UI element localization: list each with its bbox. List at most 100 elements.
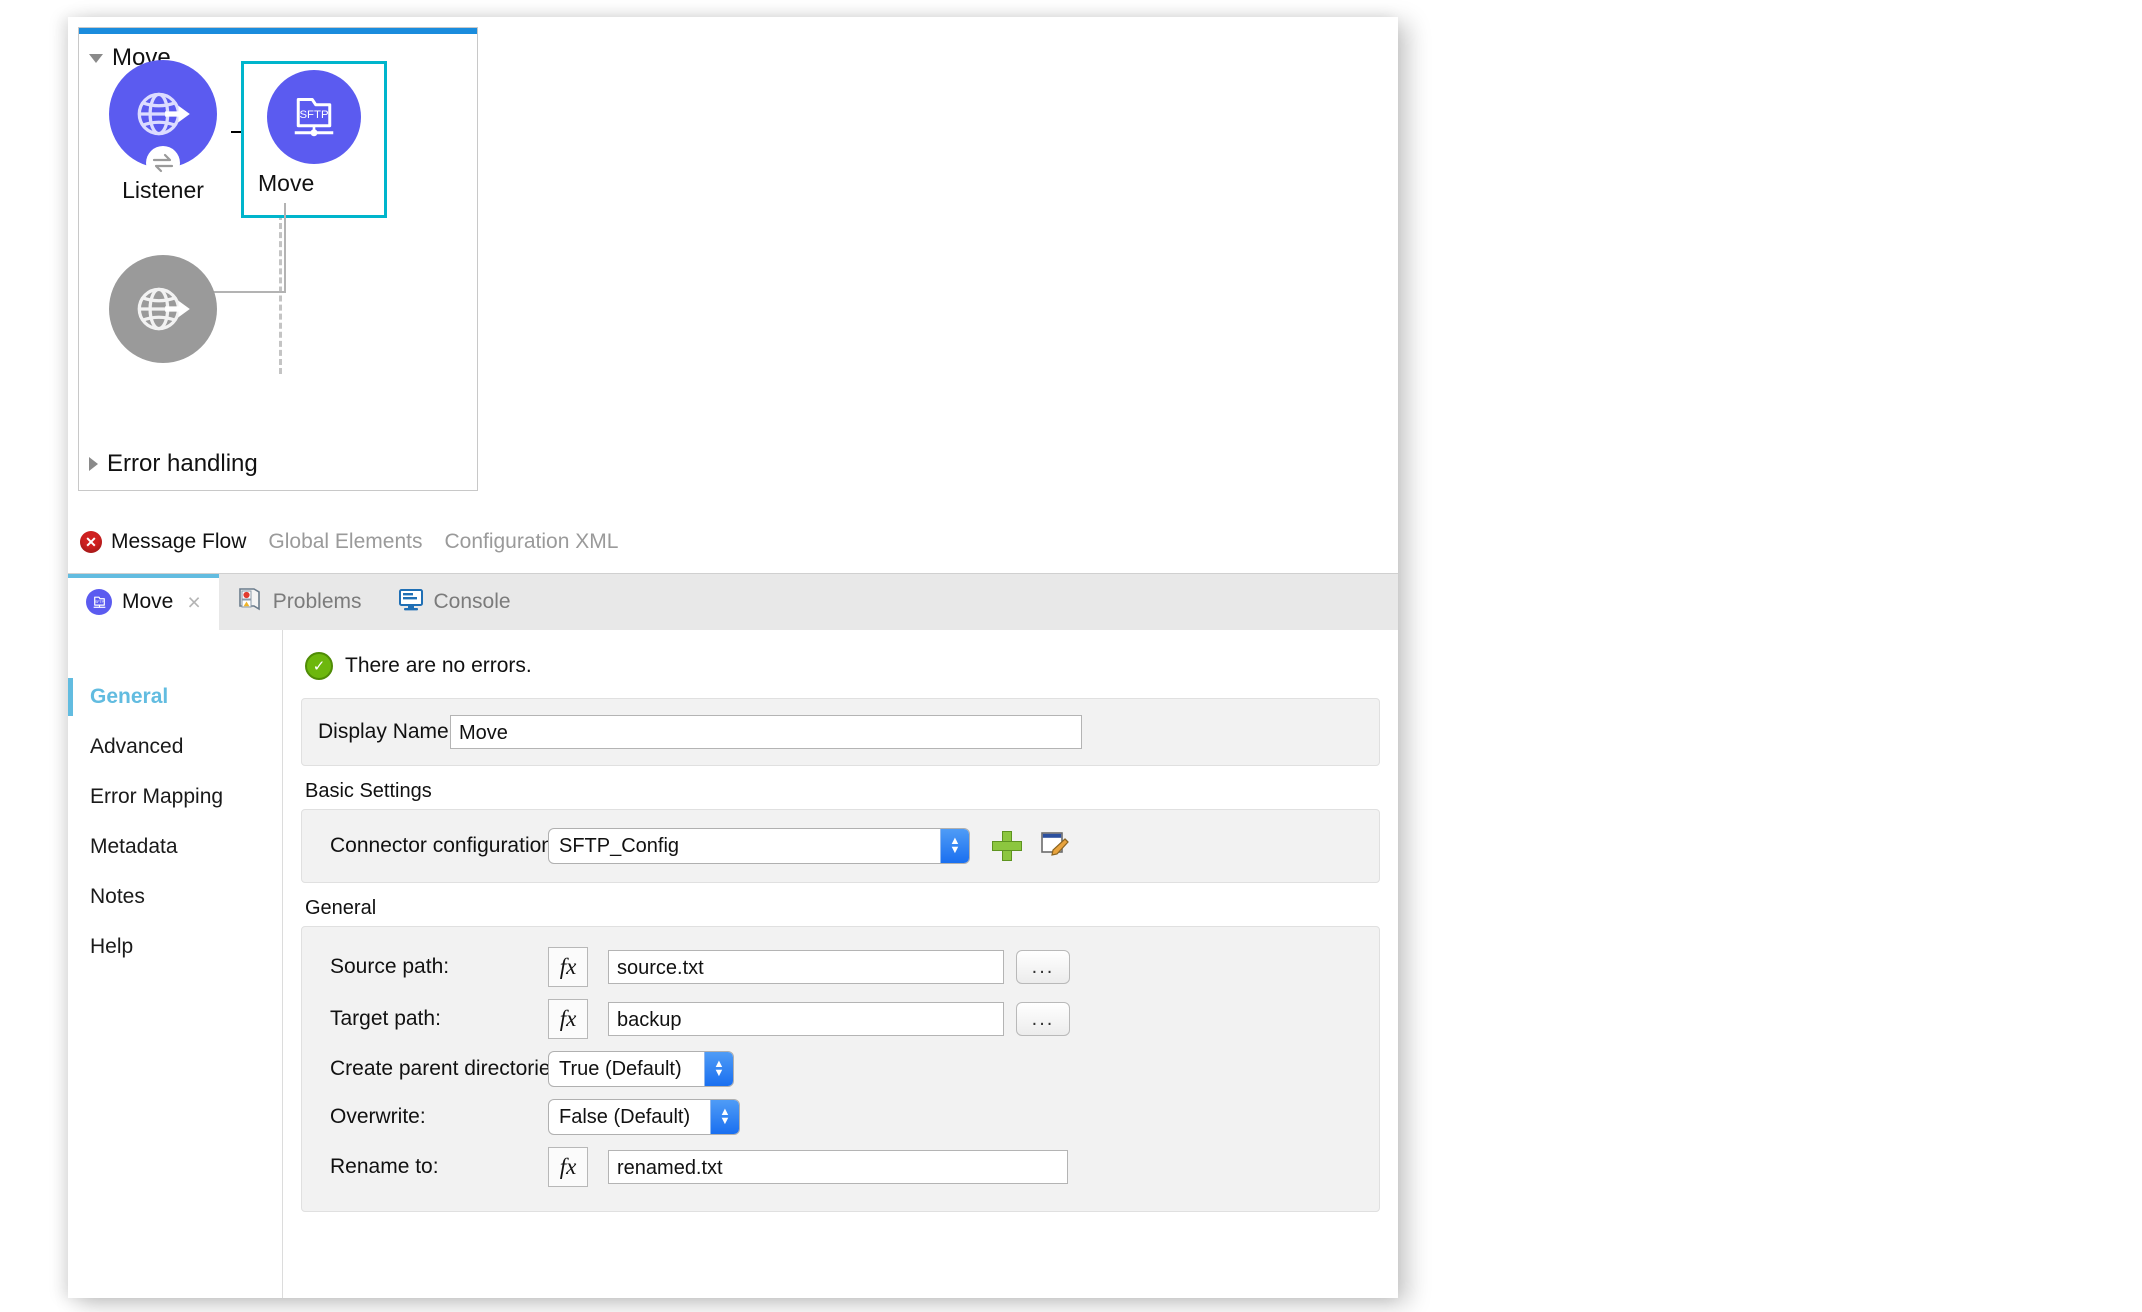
overwrite-select[interactable]: False (Default) ▲▼: [548, 1099, 740, 1135]
editor-tab-global-elements[interactable]: Global Elements: [268, 530, 422, 554]
chevron-updown-icon[interactable]: ▲▼: [710, 1100, 739, 1134]
general-section-title: General: [283, 883, 1398, 926]
target-path-fx-button[interactable]: fx: [548, 999, 588, 1039]
create-parent-directories-value: True (Default): [549, 1052, 704, 1086]
display-name-group: Display Name: Move: [301, 698, 1380, 766]
general-group: Source path: fx source.txt ... Target pa…: [301, 926, 1380, 1212]
basic-settings-group: Connector configuration: SFTP_Config ▲▼: [301, 809, 1380, 883]
target-path-row: Target path: fx backup ...: [302, 993, 1379, 1045]
plus-icon[interactable]: [992, 831, 1022, 861]
edit-icon[interactable]: [1040, 829, 1070, 864]
editor-tabbar: ✕ Message Flow Global Elements Configura…: [68, 511, 1398, 573]
overwrite-row: Overwrite: False (Default) ▲▼: [302, 1093, 1379, 1141]
flow-node-move[interactable]: SFTP Move: [241, 61, 387, 218]
flow-accent-bar: [79, 28, 477, 34]
editor-tab-configuration-xml[interactable]: Configuration XML: [444, 530, 618, 554]
properties-sidebar: General Advanced Error Mapping Metadata …: [68, 630, 283, 1298]
flow-canvas[interactable]: Move: [68, 17, 1398, 573]
flow-container[interactable]: Move: [78, 27, 478, 491]
error-handling-section[interactable]: Error handling: [89, 452, 258, 476]
properties-panel: General Advanced Error Mapping Metadata …: [68, 630, 1398, 1298]
listener-node-label: Listener: [93, 177, 233, 204]
display-name-input[interactable]: Move: [450, 715, 1082, 749]
error-badge-icon: ✕: [80, 531, 102, 553]
sidebar-item-label: Notes: [90, 885, 145, 908]
source-path-browse-button[interactable]: ...: [1016, 950, 1070, 984]
globe-arrow-icon: [130, 276, 196, 342]
sftp-move-icon: SFTP: [86, 589, 112, 615]
tab-problems-label: Problems: [273, 590, 362, 614]
editor-tab-label: Message Flow: [111, 530, 246, 554]
move-node-circle: SFTP: [267, 70, 361, 164]
create-parent-directories-row: Create parent directories: True (Default…: [302, 1045, 1379, 1093]
sidebar-item-label: Metadata: [90, 835, 178, 858]
editor-tab-label: Global Elements: [268, 530, 422, 554]
view-tabbar: SFTP Move ×: [68, 574, 1398, 630]
tab-move-label: Move: [122, 590, 173, 614]
sidebar-item-advanced[interactable]: Advanced: [68, 722, 282, 772]
sidebar-item-general[interactable]: General: [68, 672, 282, 722]
check-circle-icon: ✓: [305, 652, 333, 680]
globe-arrow-icon: [130, 81, 196, 147]
flow-node-error-listener[interactable]: [93, 255, 233, 363]
display-name-row: Display Name: Move: [302, 709, 1379, 755]
overwrite-label: Overwrite:: [330, 1105, 548, 1129]
flow-node-listener[interactable]: Listener: [93, 60, 233, 204]
bottom-panel: SFTP Move ×: [68, 573, 1398, 1298]
editor-tab-label: Configuration XML: [444, 530, 618, 554]
chevron-updown-icon[interactable]: ▲▼: [704, 1052, 733, 1086]
source-path-fx-button[interactable]: fx: [548, 947, 588, 987]
triangle-right-icon[interactable]: [89, 457, 98, 471]
error-handling-label: Error handling: [107, 452, 258, 476]
connector-configuration-label: Connector configuration:: [330, 834, 548, 858]
svg-text:SFTP: SFTP: [95, 600, 104, 604]
sftp-folder-icon: SFTP: [286, 89, 342, 145]
problems-icon: [237, 586, 263, 618]
tab-move[interactable]: SFTP Move ×: [68, 574, 219, 630]
basic-settings-title: Basic Settings: [283, 766, 1398, 809]
sidebar-item-notes[interactable]: Notes: [68, 872, 282, 922]
sidebar-item-label: Advanced: [90, 735, 183, 758]
sidebar-item-label: General: [90, 685, 168, 708]
source-path-row: Source path: fx source.txt ...: [302, 941, 1379, 993]
rename-to-fx-button[interactable]: fx: [548, 1147, 588, 1187]
error-node-circle: [109, 255, 217, 363]
console-icon: [398, 586, 424, 618]
connector-configuration-select[interactable]: SFTP_Config ▲▼: [548, 828, 970, 864]
rename-to-row: Rename to: fx renamed.txt: [302, 1141, 1379, 1193]
tab-problems[interactable]: Problems: [219, 574, 380, 630]
connector-configuration-value: SFTP_Config: [549, 829, 940, 863]
listener-node-circle: [109, 60, 217, 168]
target-path-label: Target path:: [330, 1007, 548, 1031]
editor-tab-message-flow[interactable]: ✕ Message Flow: [80, 530, 246, 554]
rename-to-input[interactable]: renamed.txt: [608, 1150, 1068, 1184]
sync-badge: [146, 146, 180, 180]
tab-console-label: Console: [434, 590, 511, 614]
sidebar-item-help[interactable]: Help: [68, 922, 282, 972]
tab-console[interactable]: Console: [380, 574, 529, 630]
close-icon[interactable]: ×: [187, 591, 200, 614]
move-node-label: Move: [258, 170, 370, 197]
sidebar-item-label: Error Mapping: [90, 785, 223, 808]
connector-move-down: [284, 203, 286, 293]
target-path-browse-button[interactable]: ...: [1016, 1002, 1070, 1036]
overwrite-value: False (Default): [549, 1100, 710, 1134]
sidebar-item-error-mapping[interactable]: Error Mapping: [68, 772, 282, 822]
status-row: ✓ There are no errors.: [283, 630, 1398, 698]
svg-text:SFTP: SFTP: [299, 109, 328, 121]
chevron-updown-icon[interactable]: ▲▼: [940, 829, 969, 863]
target-path-input[interactable]: backup: [608, 1002, 1004, 1036]
rename-to-label: Rename to:: [330, 1155, 548, 1179]
status-message: There are no errors.: [345, 654, 532, 678]
screen-root: Move: [0, 0, 2142, 1312]
source-path-input[interactable]: source.txt: [608, 950, 1004, 984]
ide-window: Move: [68, 17, 1398, 1298]
properties-content: ✓ There are no errors. Display Name: Mov…: [283, 630, 1398, 1298]
source-path-label: Source path:: [330, 955, 548, 979]
display-name-label: Display Name:: [318, 720, 450, 744]
sync-icon: [151, 151, 175, 175]
create-parent-directories-label: Create parent directories:: [330, 1057, 548, 1081]
sidebar-item-metadata[interactable]: Metadata: [68, 822, 282, 872]
connector-configuration-row: Connector configuration: SFTP_Config ▲▼: [302, 822, 1379, 870]
create-parent-directories-select[interactable]: True (Default) ▲▼: [548, 1051, 734, 1087]
